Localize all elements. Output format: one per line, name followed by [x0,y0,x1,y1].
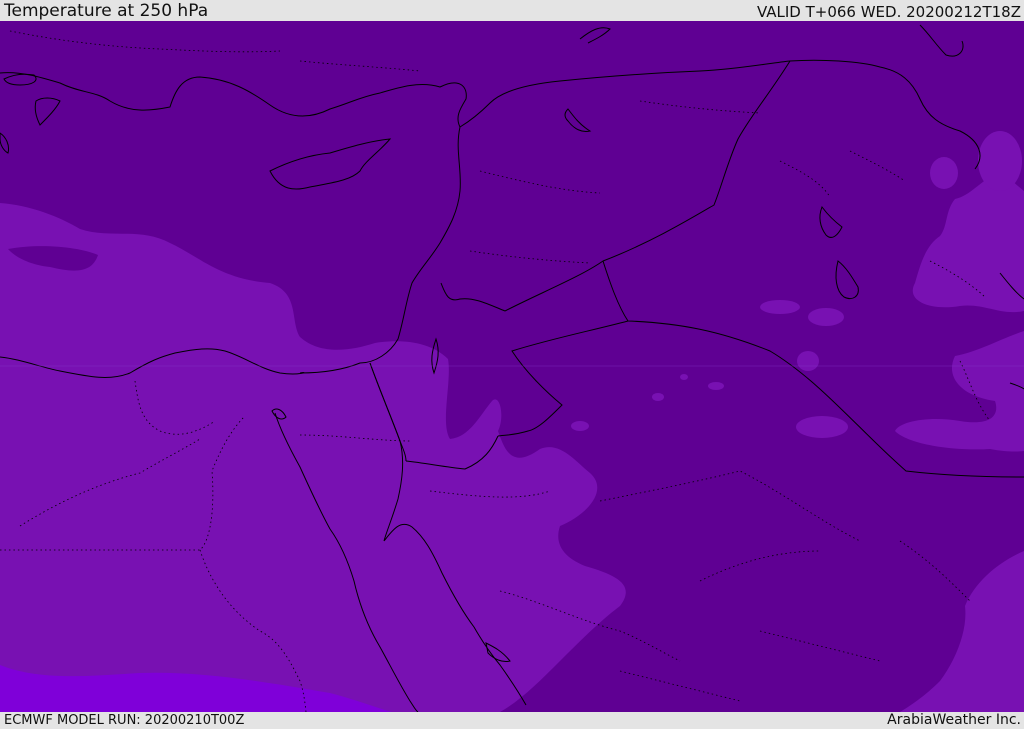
field-blob-5 [708,382,724,390]
field-blob-1 [760,300,800,314]
field-blob-7 [652,393,664,401]
model-run-label: ECMWF MODEL RUN: 20200210T00Z [4,713,245,728]
map-title: Temperature at 250 hPa [4,1,209,21]
weather-map[interactable] [0,21,1024,712]
field-blob-6 [680,374,688,380]
field-blob-4 [796,416,848,438]
temperature-field-svg [0,21,1024,712]
field-blob-10 [930,157,958,189]
field-blob-3 [797,351,819,371]
field-blob-8 [571,421,589,431]
valid-time-label: VALID T+066 WED. 20200212T18Z [756,3,1021,21]
field-blob-9 [978,131,1022,191]
credit-label: ArabiaWeather Inc. [887,712,1021,728]
header-bar: Temperature at 250 hPa VALID T+066 WED. … [0,0,1024,21]
field-blob-2 [808,308,844,326]
footer-bar: ECMWF MODEL RUN: 20200210T00Z ArabiaWeat… [0,712,1024,729]
